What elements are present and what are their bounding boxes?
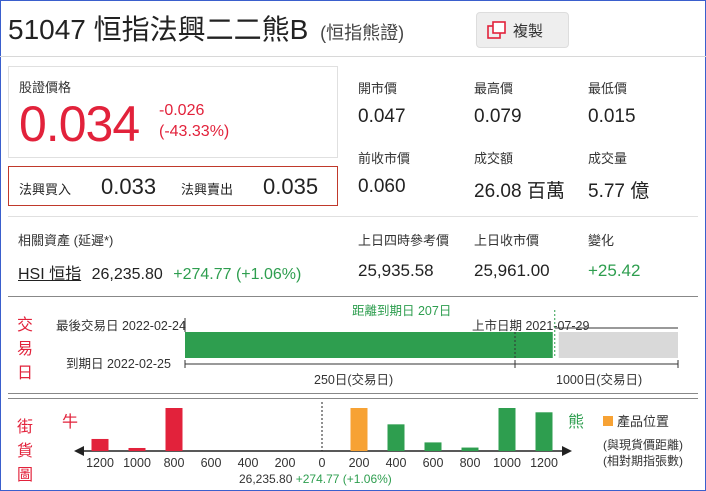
bear-bar [424, 442, 442, 451]
product-bar [350, 408, 368, 451]
bear-bar [498, 408, 516, 451]
spot-change: +274.77 (+1.06%) [295, 472, 392, 486]
ask-price: 0.035 [263, 174, 319, 199]
street-tick-label: 0 [319, 456, 326, 470]
street-tick-label: 1200 [86, 456, 114, 470]
spot-summary: 26,235.80 +274.77 (+1.06%) [239, 472, 392, 486]
section-divider [8, 216, 698, 217]
diff-value: +25.42 [588, 261, 641, 280]
copy-button[interactable]: 複製 [476, 12, 569, 48]
stat-label-prev-close: 前收市價 [358, 151, 411, 166]
axis-arrow-right [562, 446, 572, 456]
price-change-pct: (-43.33%) [159, 123, 230, 140]
remaining-days-label: 250日(交易日) [310, 369, 398, 388]
total-days-label: 1000日(交易日) [552, 369, 647, 388]
warrant-code: 51047 [8, 14, 86, 45]
copy-button-label: 複製 [513, 22, 544, 40]
underlying-row: HSI 恒指 26,235.80 +274.77 (+1.06%) [18, 260, 301, 284]
prev-close-label: 上日收市價 [474, 233, 540, 248]
ask-label: 法興賣出 [181, 182, 234, 197]
page-title: 51047 恒指法興二二熊B (恒指熊證) [8, 8, 404, 48]
bear-bar [387, 424, 405, 451]
stat-label-turnover: 成交額 [474, 151, 514, 166]
stat-value-volume: 5.77 億 [588, 181, 650, 202]
warrant-price: 0.034 [19, 96, 140, 152]
street-tick-label: 800 [460, 456, 481, 470]
stat-label-low: 最低價 [588, 81, 628, 96]
street-tick-label: 400 [238, 456, 259, 470]
stat-value-turnover: 26.08 百萬 [474, 181, 565, 202]
axis-arrow-left [74, 446, 84, 456]
header-divider [0, 56, 706, 57]
bull-bar [91, 438, 109, 451]
bid-ask-box: 法興買入 0.033 法興賣出 0.035 [8, 166, 338, 206]
street-tick-label: 400 [386, 456, 407, 470]
underlying-link[interactable]: HSI 恒指 [18, 266, 81, 283]
copy-icon [487, 21, 506, 39]
street-tick-label: 200 [349, 456, 370, 470]
remaining-days-bar [185, 332, 553, 358]
stat-label-open: 開市價 [358, 81, 398, 96]
stat-label-high: 最高價 [474, 81, 514, 96]
underlying-price: 26,235.80 [91, 266, 163, 283]
elapsed-days-bar [558, 332, 678, 358]
prev-close-value: 25,961.00 [474, 261, 550, 280]
bull-bar [128, 447, 146, 451]
price-box: 股證價格 0.034 -0.026 (-43.33%) [8, 66, 338, 158]
stat-value-low: 0.015 [588, 106, 636, 127]
street-tick-label: 1200 [530, 456, 558, 470]
street-ticks: 1200 1000 800 600 400 200 0 200 400 600 800 1000 120… [86, 456, 558, 470]
street-tick-label: 600 [423, 456, 444, 470]
underlying-change: +274.77 (+1.06%) [173, 266, 302, 283]
ref-price-value: 25,935.58 [358, 261, 434, 280]
bid-price: 0.033 [101, 174, 157, 199]
price-change: -0.026 [159, 102, 205, 119]
street-tick-label: 200 [275, 456, 296, 470]
underlying-label: 相關資產 (延遲*) [18, 233, 114, 248]
ref-price-label: 上日四時參考價 [358, 233, 450, 248]
stat-value-open: 0.047 [358, 106, 406, 127]
spot-price: 26,235.80 [239, 472, 293, 486]
warrant-name: 恒指法興二二熊B [93, 14, 309, 45]
street-tick-label: 600 [201, 456, 222, 470]
street-tick-label: 1000 [493, 456, 521, 470]
bull-bar [165, 408, 183, 451]
street-tick-label: 800 [164, 456, 185, 470]
price-label: 股證價格 [19, 80, 72, 95]
stat-value-high: 0.079 [474, 106, 522, 127]
stat-value-prev-close: 0.060 [358, 176, 406, 197]
warrant-type: (恒指熊證) [320, 23, 405, 43]
street-tick-label: 1000 [123, 456, 151, 470]
bid-label: 法興買入 [19, 182, 72, 197]
bear-bar [461, 447, 479, 451]
bear-bar [535, 412, 553, 451]
diff-label: 變化 [588, 233, 615, 248]
stat-label-volume: 成交量 [588, 151, 628, 166]
